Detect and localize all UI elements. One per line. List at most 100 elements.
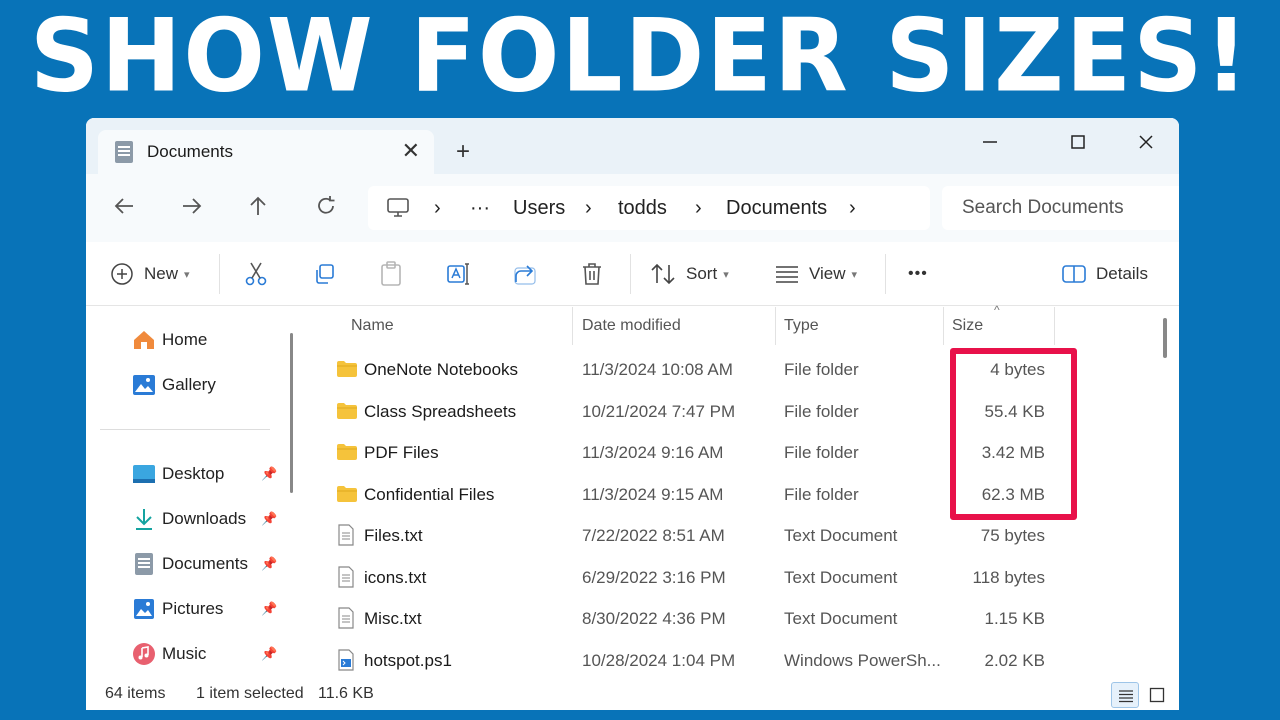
column-divider[interactable] [1054,307,1055,345]
cut-button[interactable] [244,242,268,306]
rename-button[interactable] [446,242,472,306]
maximize-icon [1071,135,1085,149]
column-header-name[interactable]: Name [351,307,394,345]
details-view-button[interactable] [1111,682,1139,708]
trash-icon [583,263,601,285]
document-icon [132,552,156,576]
file-name: Class Spreadsheets [364,401,517,421]
file-row[interactable]: Misc.txt 8/30/2022 4:36 PM Text Document 1.… [306,598,1159,639]
folder-icon [336,441,358,463]
divider [630,254,631,294]
pin-icon[interactable]: 📌 [261,511,277,527]
minimize-button[interactable] [970,126,1010,166]
up-button[interactable] [244,194,272,222]
chevron-down-icon: ▾ [723,268,729,281]
file-type: File folder [784,401,859,421]
tiles-view-button[interactable] [1143,682,1171,708]
chevron-down-icon: ▾ [851,268,858,281]
breadcrumb-documents[interactable]: Documents [726,197,827,220]
file-date-modified: 10/28/2024 1:04 PM [582,650,736,670]
size-highlight-box [950,348,1077,520]
file-name: Misc.txt [364,609,422,628]
pin-icon[interactable]: 📌 [261,646,277,662]
pin-icon[interactable]: 📌 [261,556,277,572]
file-type: Text Document [784,609,898,628]
new-button[interactable]: New ▾ [110,242,190,306]
view-button[interactable]: View ▾ [775,242,857,306]
chevron-down-icon: ▾ [184,268,190,281]
arrow-up-icon [250,196,266,215]
search-input[interactable] [942,186,1179,230]
item-count: 64 items [105,685,166,702]
desktop-icon [132,462,156,486]
column-divider[interactable] [572,307,573,345]
share-button[interactable] [513,242,537,306]
file-date-modified: 11/3/2024 10:08 AM [582,360,733,379]
pictures-icon [132,597,156,621]
column-header-size[interactable]: Size [952,307,983,345]
sidebar-item-downloads[interactable]: Downloads [132,504,282,534]
maximize-button[interactable] [1058,126,1098,166]
refresh-button[interactable] [312,194,340,222]
more-options-button[interactable]: ••• [908,242,928,306]
address-bar[interactable]: › ··· Users › todds › Documents › [368,186,930,230]
file-type: Text Document [784,526,898,545]
chevron-right-icon[interactable]: › [695,197,702,220]
folder-icon [336,400,358,422]
divider [219,254,220,294]
column-header-date[interactable]: Date modified [582,307,681,345]
file-date-modified: 11/3/2024 9:15 AM [582,484,724,504]
file-size: 75 bytes [980,526,1045,545]
sidebar-item-desktop[interactable]: Desktop [132,459,282,489]
file-date-modified: 6/29/2022 3:16 PM [582,567,726,587]
folder-icon [336,358,358,380]
content-scrollbar[interactable] [1163,318,1167,358]
view-label: View [809,264,846,283]
file-row[interactable]: icons.txt 6/29/2022 3:16 PM Text Document 1… [306,557,1159,598]
plus-circle-icon [111,263,133,285]
chevron-right-icon[interactable]: › [434,197,441,220]
forward-button[interactable] [178,194,206,222]
file-row[interactable]: Files.txt 7/22/2022 8:51 AM Text Document 7… [306,515,1159,556]
chevron-right-icon[interactable]: › [849,197,856,220]
details-pane-button[interactable]: Details [1062,242,1148,306]
close-window-button[interactable] [1126,126,1166,166]
powershell-file-icon [336,648,358,671]
sidebar-scrollbar[interactable] [290,333,293,493]
delete-button[interactable] [581,242,603,306]
breadcrumb-todds[interactable]: todds [618,197,667,220]
sidebar-item-music[interactable]: Music [132,639,282,669]
new-tab-button[interactable]: + [456,138,470,166]
file-date-modified: 7/22/2022 8:51 AM [582,526,725,545]
sidebar-item-home[interactable]: Home [132,325,282,355]
sidebar-item-documents[interactable]: Documents [132,549,282,579]
breadcrumb-more[interactable]: ··· [470,197,490,220]
chevron-right-icon[interactable]: › [585,197,592,220]
copy-button[interactable] [312,242,336,306]
selection-count: 1 item selected [196,685,304,702]
paste-button[interactable] [379,242,403,306]
pin-icon[interactable]: 📌 [261,466,277,482]
music-icon [132,642,156,666]
details-label: Details [1096,264,1148,283]
new-label: New [144,264,179,283]
sidebar-item-pictures[interactable]: Pictures [132,594,282,624]
file-row[interactable]: hotspot.ps1 10/28/2024 1:04 PM Windows Pow… [306,640,1159,681]
column-header-type[interactable]: Type [784,307,819,345]
share-icon [514,265,536,285]
sort-label: Sort [686,264,718,283]
download-icon [132,507,156,531]
column-divider[interactable] [775,307,776,345]
column-divider[interactable] [943,307,944,345]
file-name: OneNote Notebooks [364,360,519,379]
close-tab-icon[interactable]: ✕ [402,138,420,164]
file-type: File folder [784,360,859,379]
tab-documents[interactable]: Documents ✕ [98,130,434,174]
breadcrumb-users[interactable]: Users [513,197,565,220]
gallery-icon [132,373,156,397]
sort-button[interactable]: Sort ▾ [650,242,729,306]
pin-icon[interactable]: 📌 [261,601,277,617]
sidebar-item-gallery[interactable]: Gallery [132,370,282,400]
back-button[interactable] [110,194,138,222]
sort-ascending-icon: ^ [994,303,1000,317]
